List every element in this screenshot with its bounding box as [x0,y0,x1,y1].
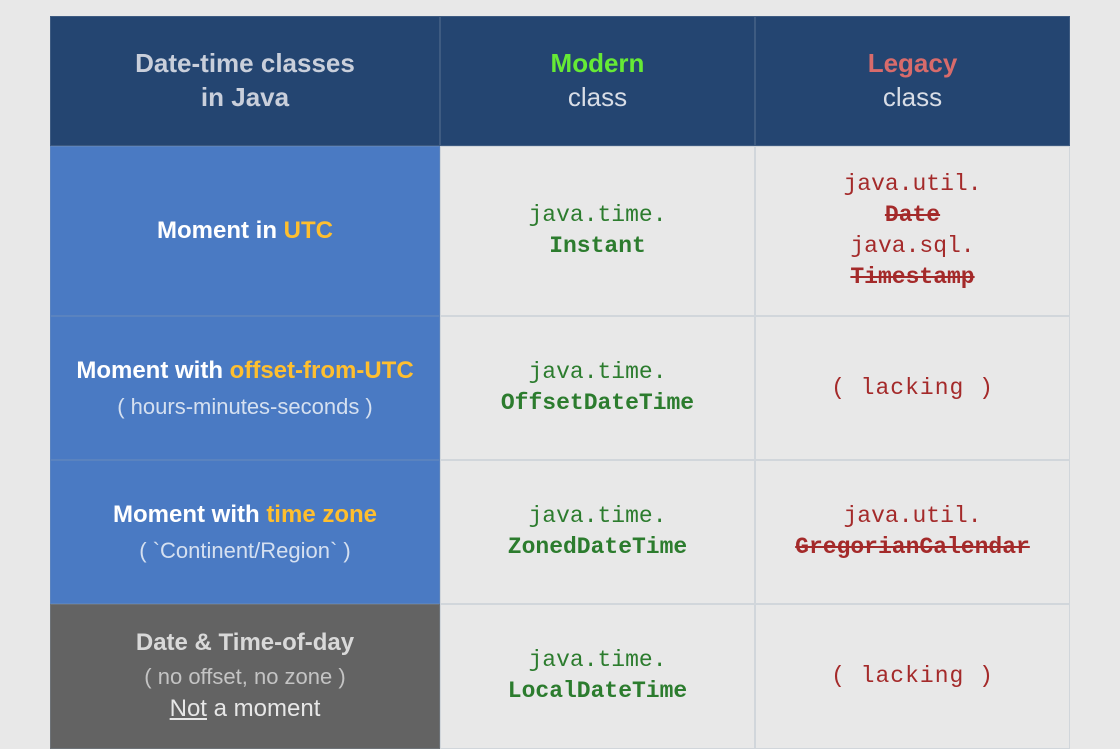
row-label-not-rest: a moment [207,695,320,722]
date-time-classes-table: Date-time classes in Java Modern class L… [50,16,1070,749]
modern-package: java.time. [455,357,740,388]
table-row: Moment with time zone ( `Continent/Regio… [50,460,1070,604]
legacy-class: Timestamp [770,262,1055,293]
legacy-package: java.util. [770,169,1055,200]
legacy-lacking: ( lacking ) [770,373,1055,404]
header-modern-cell: Modern class [440,16,755,146]
row-label-prefix: Moment with [113,501,266,528]
modern-cell-local: java.time. LocalDateTime [440,604,755,748]
header-title-line2: in Java [65,81,425,115]
row-label-not-moment: Not a moment [65,693,425,725]
row-label-sub: ( `Continent/Region` ) [65,535,425,567]
row-label-timezone: Moment with time zone ( `Continent/Regio… [50,460,440,604]
row-label-prefix: Moment with [76,357,229,384]
table-row: Moment with offset-from-UTC ( hours-minu… [50,316,1070,460]
row-label-sub: ( hours-minutes-seconds ) [65,391,425,423]
header-title-cell: Date-time classes in Java [50,16,440,146]
modern-class: LocalDateTime [455,676,740,707]
row-label-utc: Moment in UTC [50,146,440,316]
row-label-highlight: UTC [284,217,333,244]
modern-class: Instant [455,231,740,262]
header-title-line1: Date-time classes [65,47,425,81]
modern-cell-offset: java.time. OffsetDateTime [440,316,755,460]
header-modern-class: class [455,81,740,115]
modern-cell-timezone: java.time. ZonedDateTime [440,460,755,604]
table-row: Moment in UTC java.time. Instant java.ut… [50,146,1070,316]
row-label-main: Date & Time-of-day [65,627,425,659]
row-label-sub: ( no offset, no zone ) [65,662,425,692]
row-label-highlight: time zone [266,501,377,528]
table-row: Date & Time-of-day ( no offset, no zone … [50,604,1070,748]
legacy-cell-utc: java.util. Date java.sql. Timestamp [755,146,1070,316]
modern-class: ZonedDateTime [455,532,740,563]
legacy-lacking: ( lacking ) [770,661,1055,692]
modern-package: java.time. [455,501,740,532]
legacy-cell-timezone: java.util. GregorianCalendar [755,460,1070,604]
modern-cell-utc: java.time. Instant [440,146,755,316]
legacy-class: Date [770,200,1055,231]
legacy-package: java.util. [770,501,1055,532]
header-row: Date-time classes in Java Modern class L… [50,16,1070,146]
header-legacy-class: class [770,81,1055,115]
legacy-package: java.sql. [770,231,1055,262]
legacy-cell-local: ( lacking ) [755,604,1070,748]
header-legacy-cell: Legacy class [755,16,1070,146]
header-legacy-word: Legacy [770,47,1055,81]
row-label-highlight: offset-from-UTC [230,357,414,384]
row-label-local: Date & Time-of-day ( no offset, no zone … [50,604,440,748]
header-modern-word: Modern [455,47,740,81]
legacy-class: GregorianCalendar [770,532,1055,563]
row-label-not-underline: Not [170,695,207,722]
row-label-offset: Moment with offset-from-UTC ( hours-minu… [50,316,440,460]
modern-class: OffsetDateTime [455,388,740,419]
legacy-cell-offset: ( lacking ) [755,316,1070,460]
row-label-prefix: Moment in [157,217,284,244]
modern-package: java.time. [455,645,740,676]
modern-package: java.time. [455,200,740,231]
